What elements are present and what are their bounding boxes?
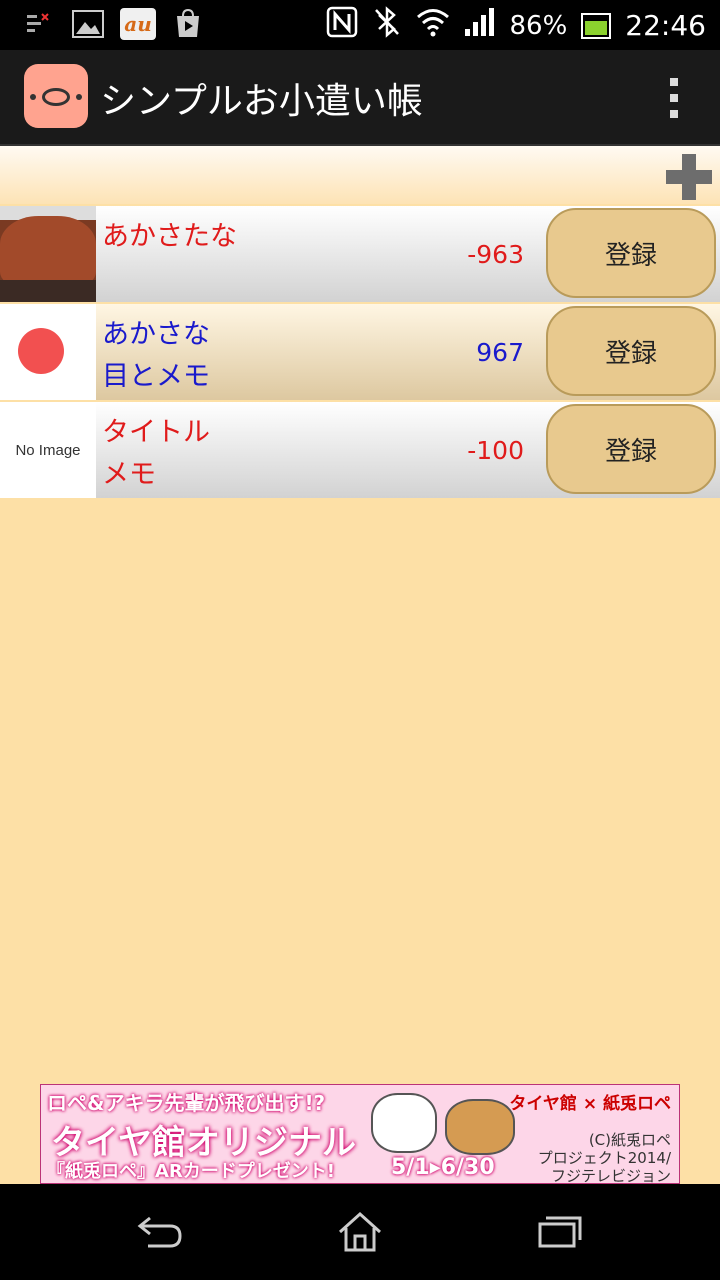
list-item[interactable]: あかさな 目とメモ 967 登録 (0, 304, 720, 400)
list-item[interactable]: あかさたな -963 登録 (0, 206, 720, 302)
battery-icon (581, 12, 612, 39)
ad-banner[interactable]: ロペ&アキラ先輩が飛び出す!? タイヤ館オリジナル 『紙兎ロペ』ARカードプレゼ… (40, 1084, 680, 1184)
clock: 22:46 (625, 9, 706, 42)
squirrel-illustration (445, 1099, 515, 1155)
no-image-thumbnail: No Image (0, 402, 96, 498)
app-title: シンプルお小遣い帳 (100, 81, 423, 122)
notification-icon (20, 8, 56, 40)
entry-memo: メモ (102, 459, 156, 490)
ad-date: 5/1▸6/30 (391, 1155, 495, 1180)
ad-copyright: フジテレビジョン (550, 1167, 671, 1184)
back-icon[interactable] (136, 1210, 184, 1254)
register-button[interactable]: 登録 (546, 208, 716, 298)
overflow-menu-icon[interactable] (668, 78, 680, 118)
entry-title: タイトル (102, 417, 210, 448)
ad-headline: ロペ&アキラ先輩が飛び出す!? (47, 1091, 326, 1115)
signal-icon (464, 7, 496, 44)
au-carrier-icon: au (120, 8, 156, 40)
pig-icon[interactable] (24, 64, 88, 128)
bluetooth-off-icon (372, 6, 402, 45)
red-dot-thumbnail (0, 304, 96, 400)
entry-memo: 目とメモ (102, 361, 210, 392)
ad-subtitle: 『紙兎ロペ』ARカードプレゼント! (47, 1161, 335, 1182)
battery-percent: 86% (509, 10, 568, 41)
register-button[interactable]: 登録 (546, 306, 716, 396)
navigation-bar (0, 1184, 720, 1280)
nfc-icon (326, 6, 358, 45)
recent-apps-icon[interactable] (536, 1210, 584, 1254)
entry-amount: -963 (467, 240, 524, 269)
rabbit-illustration (371, 1093, 437, 1153)
ad-brand: タイヤ館 × 紙兎ロペ (509, 1094, 671, 1114)
home-icon[interactable] (336, 1210, 384, 1254)
entry-amount: 967 (476, 338, 524, 367)
action-bar: シンプルお小遣い帳 (0, 50, 720, 146)
wifi-icon (416, 7, 450, 44)
status-bar: au 86% 22:46 (0, 0, 720, 50)
entry-title: あかさたな (102, 221, 237, 252)
add-entry-button[interactable] (666, 154, 712, 200)
list-item[interactable]: No Image タイトル メモ -100 登録 (0, 402, 720, 498)
register-button[interactable]: 登録 (546, 404, 716, 494)
list-toolbar (0, 146, 720, 204)
entry-title: あかさな (102, 319, 210, 350)
play-store-icon (170, 8, 206, 40)
battery-level (585, 20, 608, 35)
entry-amount: -100 (467, 436, 524, 465)
gallery-icon (70, 8, 106, 40)
capybara-thumbnail (0, 206, 96, 302)
